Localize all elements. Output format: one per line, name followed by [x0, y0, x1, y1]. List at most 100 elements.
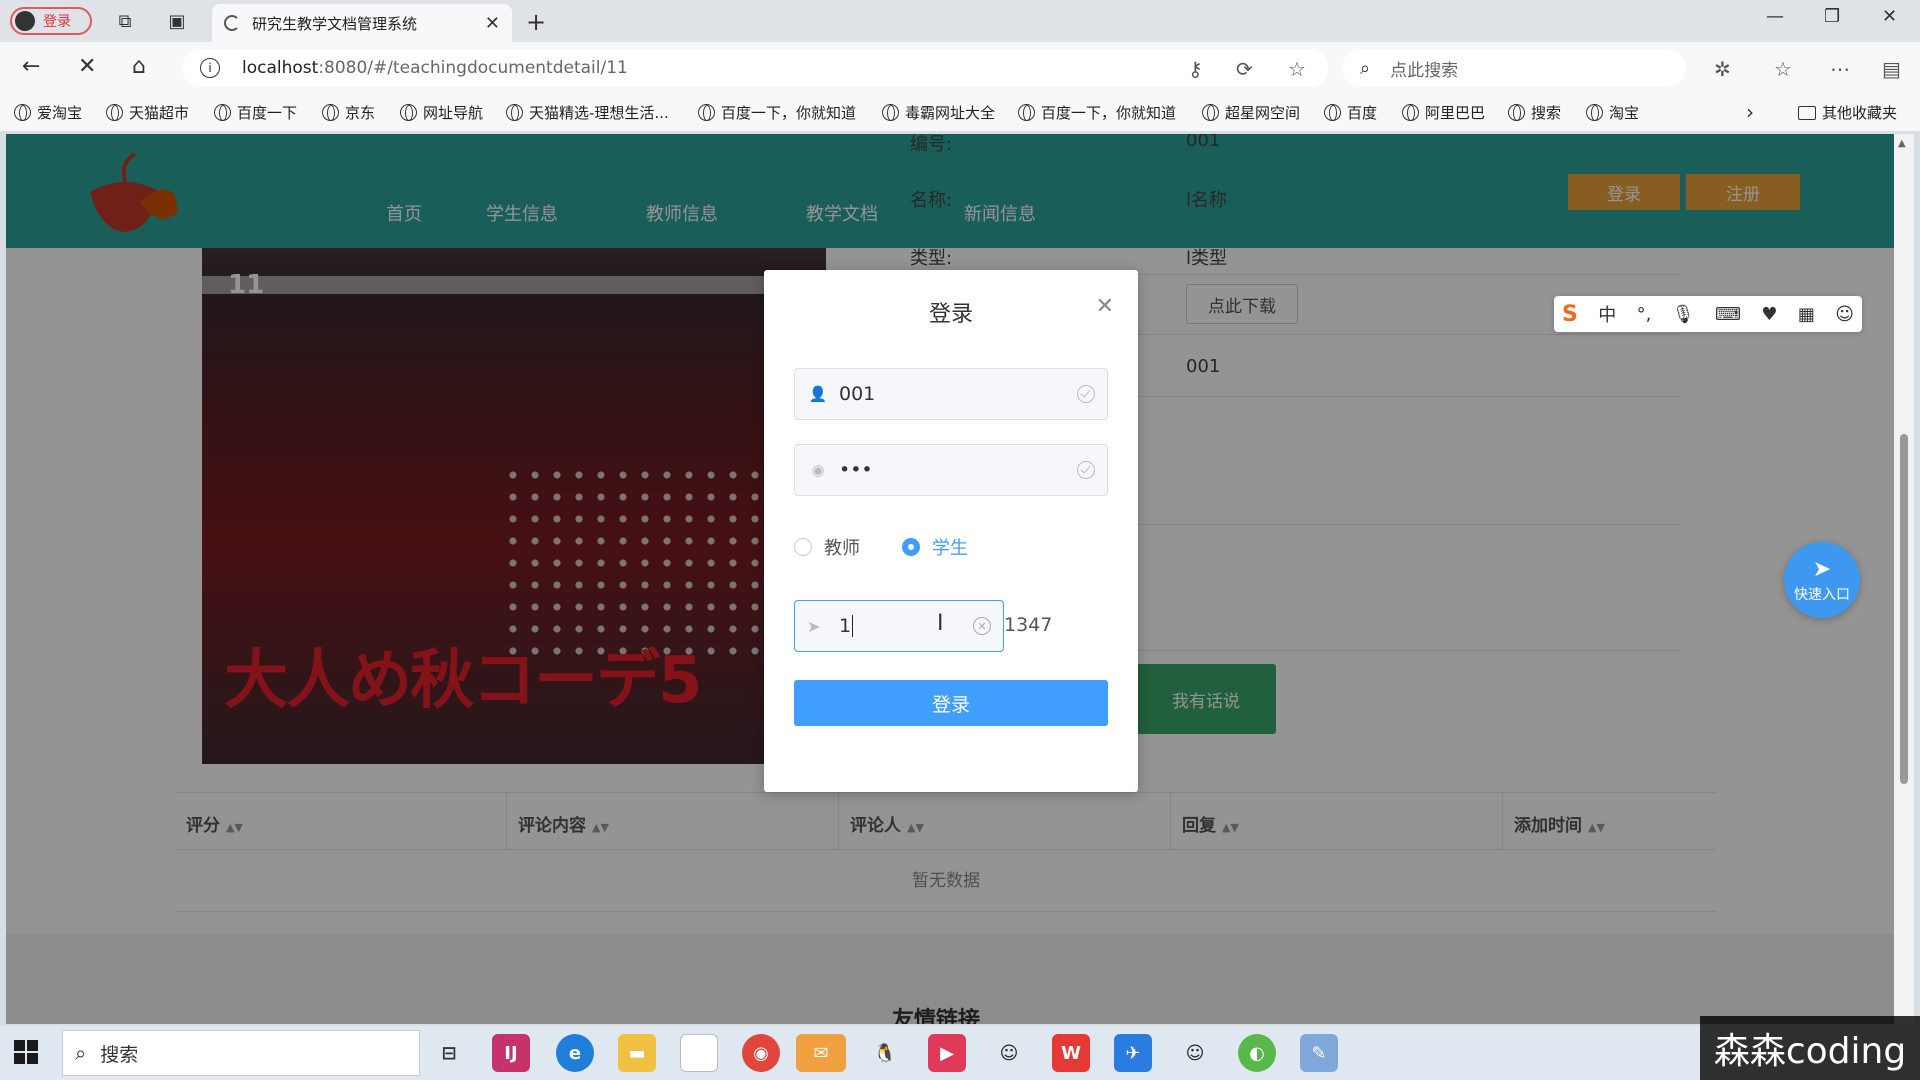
verification-code-field[interactable]: ➤ 1 I ✕ — [794, 600, 1004, 652]
notepad-icon[interactable] — [680, 1034, 718, 1072]
login-submit-button[interactable]: 登录 — [794, 680, 1108, 726]
ime-lang-toggle[interactable]: 中 — [1598, 301, 1616, 327]
send-icon: ➤ — [807, 616, 821, 636]
punctuation-icon[interactable]: °, — [1637, 304, 1652, 325]
bookmark[interactable]: 搜索 — [1508, 102, 1561, 123]
edge-icon[interactable]: e — [556, 1034, 594, 1072]
captcha-code[interactable]: 1347 — [1004, 614, 1052, 636]
valid-check-icon — [1077, 385, 1095, 403]
pen-app-icon[interactable]: ✎ — [1300, 1034, 1338, 1072]
role-teacher-radio[interactable]: 教师 — [794, 534, 860, 560]
profile-button[interactable]: 登录 — [10, 7, 92, 35]
url-bar[interactable]: i localhost:8080/#/teachingdocumentdetai… — [182, 49, 1328, 87]
favorites-icon[interactable]: ☆ — [1774, 57, 1792, 81]
scrollbar-thumb[interactable] — [1900, 434, 1908, 784]
taskbar-search[interactable]: ⌕ 搜索 — [62, 1030, 420, 1076]
start-menu-icon[interactable] — [14, 1040, 38, 1064]
restore-icon[interactable]: ❐ — [1824, 6, 1840, 27]
site-info-icon[interactable]: i — [200, 58, 220, 78]
eye-icon[interactable]: ◉ — [807, 461, 829, 479]
password-field[interactable]: ◉ ••• — [794, 444, 1108, 496]
bookmark[interactable]: 天猫精选-理想生活... — [506, 102, 669, 123]
video-app-icon[interactable]: ▶ — [928, 1034, 966, 1072]
sidebar-icon[interactable]: ▤ — [1882, 57, 1901, 81]
chrome-icon[interactable]: ◉ — [742, 1034, 780, 1072]
toolbox-grid-icon[interactable]: ▦ — [1798, 304, 1815, 325]
extensions-icon[interactable]: ✲ — [1714, 57, 1731, 81]
scroll-up-icon[interactable]: ▲ — [1898, 138, 1906, 149]
code-value: 1 — [839, 615, 852, 637]
dialog-close-icon[interactable]: ✕ — [1096, 296, 1114, 318]
globe-icon — [1018, 104, 1035, 121]
bookmark[interactable]: 网址导航 — [400, 102, 483, 123]
search-icon: ⌕ — [1360, 57, 1371, 79]
bookmark[interactable]: 京东 — [322, 102, 375, 123]
url-host: localhost — [242, 58, 319, 78]
new-tab-icon[interactable]: + — [526, 8, 546, 36]
mascot-icon[interactable]: ☺ — [1835, 304, 1854, 325]
globe-icon — [698, 104, 715, 121]
bookmark[interactable]: 天猫超市 — [106, 102, 189, 123]
bookmark[interactable]: 毒霸网址大全 — [882, 102, 995, 123]
role-radio-group: 教师 学生 — [794, 534, 1010, 560]
game-app-icon[interactable]: ◐ — [1238, 1034, 1276, 1072]
username-field[interactable]: 👤 001 — [794, 368, 1108, 420]
intellij-icon[interactable]: IJ — [492, 1034, 530, 1072]
profile-label: 登录 — [43, 14, 71, 30]
clear-icon[interactable]: ✕ — [973, 617, 991, 635]
ime-toolbar: S 中 °, 🎙 ⌨ ♥ ▦ ☺ — [1554, 296, 1862, 332]
quick-entry-button[interactable]: ➤ 快速入口 — [1784, 542, 1860, 618]
home-icon[interactable]: ⌂ — [132, 54, 146, 79]
task-view-icon[interactable]: ⊟ — [430, 1034, 468, 1072]
globe-icon — [1324, 104, 1341, 121]
tab-close-icon[interactable]: ✕ — [485, 13, 500, 34]
contact-app-icon[interactable]: ☺ — [1176, 1034, 1214, 1072]
bookmark[interactable]: 百度一下，你就知道 — [1018, 102, 1176, 123]
dingtalk-icon[interactable]: ✈ — [1114, 1034, 1152, 1072]
browser-search[interactable]: ⌕ 点此搜索 — [1342, 49, 1686, 87]
minimize-icon[interactable]: — — [1766, 6, 1784, 27]
globe-icon — [14, 104, 31, 121]
globe-icon — [1586, 104, 1603, 121]
bookmark[interactable]: 爱淘宝 — [14, 102, 82, 123]
file-explorer-icon[interactable]: ▬ — [618, 1034, 656, 1072]
other-bookmarks[interactable]: 其他收藏夹 — [1798, 102, 1897, 123]
wps-icon[interactable]: W — [1052, 1034, 1090, 1072]
window-close-icon[interactable]: ✕ — [1882, 6, 1897, 27]
skin-icon[interactable]: ♥ — [1761, 304, 1777, 325]
active-tab[interactable]: 研究生教学文档管理系统 ✕ — [212, 4, 512, 42]
favorite-star-icon[interactable]: ☆ — [1288, 57, 1306, 81]
page-scrollbar[interactable]: ▲ — [1894, 134, 1914, 1024]
bookmark[interactable]: 超星网空间 — [1202, 102, 1300, 123]
bookmark[interactable]: 淘宝 — [1586, 102, 1639, 123]
key-icon[interactable]: ⚷ — [1188, 57, 1203, 81]
dialog-title: 登录 — [928, 302, 973, 327]
valid-check-icon — [1077, 461, 1095, 479]
sogou-logo-icon[interactable]: S — [1562, 302, 1578, 327]
keyboard-icon[interactable]: ⌨ — [1715, 304, 1741, 325]
stop-icon[interactable]: ✕ — [78, 54, 96, 79]
url-path: :8080/#/teachingdocumentdetail/11 — [318, 58, 628, 78]
more-icon[interactable]: ⋯ — [1830, 57, 1850, 81]
chevron-right-icon[interactable]: › — [1746, 100, 1754, 124]
back-icon[interactable]: ← — [22, 54, 40, 79]
search-placeholder: 点此搜索 — [1390, 60, 1459, 81]
browser-tabbar: 登录 ⧉ ▣ 研究生教学文档管理系统 ✕ + — ❐ ✕ — [0, 0, 1920, 42]
tab-actions-icon[interactable]: ▣ — [164, 8, 190, 34]
bookmark[interactable]: 阿里巴巴 — [1402, 102, 1485, 123]
qq-icon[interactable]: 🐧 — [866, 1034, 904, 1072]
ibeam-cursor-icon: I — [937, 611, 944, 636]
folder-icon — [1798, 105, 1816, 120]
video-watermark: 森森coding — [1700, 1016, 1920, 1080]
wechat-icon[interactable]: ✉ — [796, 1034, 846, 1072]
microphone-icon[interactable]: 🎙 — [1672, 304, 1695, 325]
globe-icon — [400, 104, 417, 121]
bookmark[interactable]: 百度一下，你就知道 — [698, 102, 856, 123]
role-student-radio[interactable]: 学生 — [902, 534, 968, 560]
bookmark[interactable]: 百度一下 — [214, 102, 297, 123]
user-app-icon[interactable]: ☺ — [990, 1034, 1028, 1072]
loading-icon — [224, 15, 240, 31]
bookmark[interactable]: 百度 — [1324, 102, 1377, 123]
refresh-read-icon[interactable]: ⟳ — [1236, 57, 1253, 81]
workspaces-icon[interactable]: ⧉ — [112, 8, 138, 34]
